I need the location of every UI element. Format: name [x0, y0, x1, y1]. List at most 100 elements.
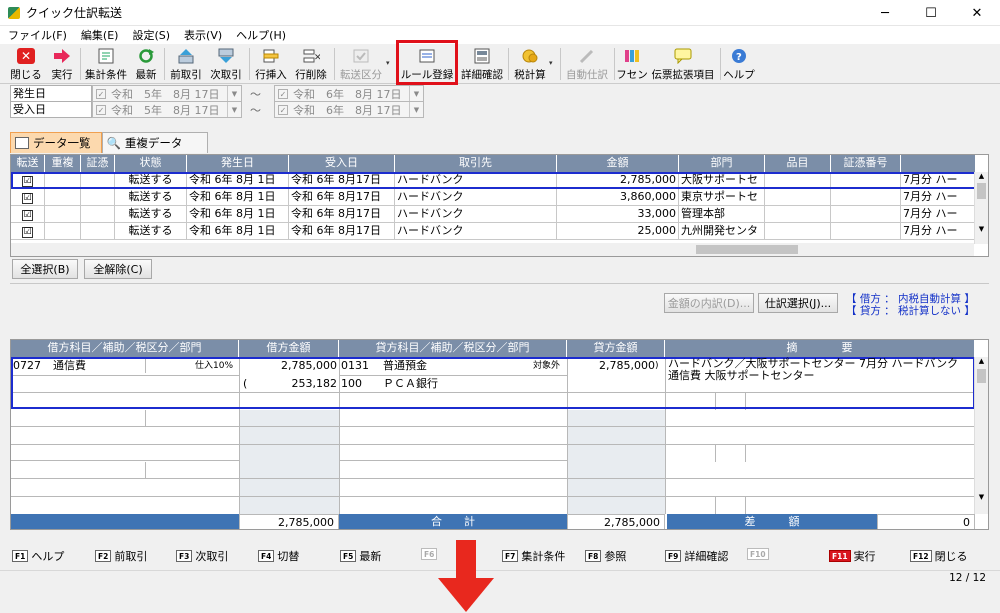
issue-date-from[interactable]: ✓ 令和 5年 8月 17日 ▼: [92, 85, 242, 102]
slip-extension-button[interactable]: 伝票拡張項目: [650, 46, 716, 82]
menu-view[interactable]: 表示(V): [184, 27, 222, 43]
maximize-button[interactable]: ☐: [908, 0, 954, 26]
credit-code: 0131: [341, 359, 369, 372]
menu-file[interactable]: ファイル(F): [8, 27, 67, 43]
magnifier-icon: 🔍: [106, 136, 121, 150]
total-debit: 2,785,000: [239, 514, 339, 529]
help-icon: ?: [730, 48, 748, 64]
issue-date-to[interactable]: ✓ 令和 6年 8月 17日 ▼: [274, 85, 424, 102]
table-row[interactable]: ☑ 転送する 令和 6年 8月 1日 令和 6年 8月17日 ハードバンク 3,…: [11, 189, 976, 206]
f10-key: F10: [747, 548, 772, 560]
receive-date-row: 受入日: [10, 101, 92, 118]
receive-date-from[interactable]: ✓ 令和 5年 8月 17日 ▼: [92, 101, 242, 118]
f5-refresh-key[interactable]: F5 最新: [340, 548, 381, 564]
scroll-up-icon: ▲: [978, 357, 985, 365]
insert-row-button[interactable]: 行挿入: [253, 46, 289, 82]
tax-notes: 【 借方 ： 内税自動計算 】 【 貸方 ： 税計算しない 】: [846, 293, 975, 317]
header-debit-amount: 借方金額: [239, 340, 339, 357]
aggregate-icon: [97, 48, 115, 64]
checkbox-icon: ✓: [278, 88, 288, 99]
row-checkbox[interactable]: ☑: [22, 176, 33, 187]
function-key-bar: F1 ヘルプ F2 前取引 F3 次取引 F4 切替 F5 最新 F6 F7 集計条件 F8…: [0, 548, 1000, 568]
menu-bar: ファイル(F) 編集(E) 設定(S) 表示(V) ヘルプ(H): [0, 26, 1000, 44]
toolbar: ✕ 閉じる 実行 集計条件 最新 前取引 次取引 行挿入 ✕ 行削除 転送区分 …: [0, 44, 1000, 84]
data-list-grid: 転送 重複 証憑 状態 発生日 受入日 取引先 金額 部門 品目 証憑番号 ☑ …: [10, 154, 989, 257]
prev-transaction-button[interactable]: 前取引: [168, 46, 204, 82]
next-transaction-button[interactable]: 次取引: [208, 46, 244, 82]
debit-account-name: 通信費: [53, 359, 86, 372]
fusen-button[interactable]: フセン: [616, 46, 648, 82]
page-indicator: 12 / 12: [949, 572, 986, 584]
status-bar: [0, 570, 1000, 586]
chevron-down-icon: ▼: [409, 86, 423, 101]
dropdown-arrow-icon: ▾: [386, 59, 390, 67]
table-row[interactable]: ☑ 転送する 令和 6年 8月 1日 令和 6年 8月17日 ハードバンク 2,…: [11, 172, 976, 189]
journal-grid: 借方科目／補助／税区分／部門 借方金額 貸方科目／補助／税区分／部門 貸方金額 …: [10, 339, 989, 530]
journal-vertical-scrollbar[interactable]: ▲ ▼: [974, 357, 988, 514]
header-debit-account: 借方科目／補助／税区分／部門: [11, 340, 239, 357]
header-credit-amount: 貸方金額: [567, 340, 665, 357]
refresh-button[interactable]: 最新: [132, 46, 160, 82]
f4-switch-key[interactable]: F4 切替: [258, 548, 299, 564]
tab-duplicate[interactable]: 🔍 重複データ: [101, 132, 208, 153]
journal-select-button[interactable]: 仕訳選択(J)...: [758, 293, 838, 313]
aggregate-button[interactable]: 集計条件: [84, 46, 128, 82]
credit-amount[interactable]: 2,785,000: [571, 359, 655, 373]
f12-close-key[interactable]: F12 閉じる: [910, 548, 968, 564]
debit-amount[interactable]: 2,785,000: [243, 359, 337, 373]
f2-prev-key[interactable]: F2 前取引: [95, 548, 147, 564]
highlight-box: [396, 40, 458, 85]
down-arrow-annotation: [438, 540, 494, 612]
arrow-right-icon: [53, 48, 71, 64]
f7-aggregate-key[interactable]: F7 集計条件: [502, 548, 565, 564]
summary-text[interactable]: ハードバンク／大阪サポートセンター 7月分 ハードバンク 通信費 大阪サポートセ…: [668, 358, 972, 382]
execute-button[interactable]: 実行: [48, 46, 76, 82]
menu-help[interactable]: ヘルプ(H): [236, 27, 286, 43]
checkbox-icon: ✓: [278, 104, 288, 115]
row-checkbox[interactable]: ☑: [22, 227, 33, 238]
credit-sub-name: ＰＣＡ銀行: [383, 377, 438, 390]
dropdown-arrow-icon-2: ▾: [549, 59, 553, 67]
vertical-scrollbar[interactable]: ▲ ▼: [974, 172, 988, 244]
horizontal-scrollbar[interactable]: [11, 243, 974, 256]
chevron-down-icon: ▼: [227, 86, 241, 101]
speech-bubble-icon: [674, 48, 692, 65]
minimize-button[interactable]: ─: [862, 0, 908, 26]
f11-execute-key[interactable]: F11 実行: [829, 548, 876, 564]
auto-journal-button[interactable]: 自動仕訳: [564, 46, 610, 82]
transfer-class-button[interactable]: 転送区分: [338, 46, 384, 82]
tax-calc-button[interactable]: 税計算: [512, 46, 548, 82]
total-label: 合 計: [339, 514, 567, 529]
header-summary: 摘 要: [665, 340, 975, 357]
row-checkbox[interactable]: ☑: [22, 193, 33, 204]
f8-reference-key[interactable]: F8 参照: [585, 548, 626, 564]
amount-detail-button[interactable]: 金額の内訳(D)...: [664, 293, 754, 313]
f1-help-key[interactable]: F1 ヘルプ: [12, 548, 64, 564]
close-window-button[interactable]: ✕: [954, 0, 1000, 26]
detail-confirm-icon: [473, 48, 491, 64]
chevron-down-icon: ▼: [409, 102, 423, 117]
close-button[interactable]: ✕ 閉じる: [10, 46, 42, 82]
checkbox-icon: ✓: [96, 104, 106, 115]
f9-detail-key[interactable]: F9 詳細確認: [665, 548, 728, 564]
pen-icon: [578, 48, 596, 64]
menu-settings[interactable]: 設定(S): [132, 27, 170, 43]
deselect-all-button[interactable]: 全解除(C): [84, 259, 152, 279]
coins-icon: [521, 48, 539, 64]
menu-edit[interactable]: 編集(E): [81, 27, 119, 43]
tab-data-list[interactable]: データ一覧: [10, 132, 102, 153]
table-row[interactable]: ☑ 転送する 令和 6年 8月 1日 令和 6年 8月17日 ハードバンク 25…: [11, 223, 976, 240]
row-checkbox[interactable]: ☑: [22, 210, 33, 221]
f3-next-key[interactable]: F3 次取引: [176, 548, 228, 564]
difference-value: 0: [877, 514, 975, 529]
credit-account-name: 普通預金: [383, 359, 427, 372]
select-all-button[interactable]: 全選択(B): [12, 259, 78, 279]
chevron-down-icon: ▼: [227, 102, 241, 117]
delete-row-button[interactable]: ✕ 行削除: [293, 46, 329, 82]
grid-header: 転送 重複 証憑 状態 発生日 受入日 取引先 金額 部門 品目 証憑番号: [11, 155, 976, 172]
detail-confirm-button[interactable]: 詳細確認: [460, 46, 504, 82]
help-button[interactable]: ? ヘルプ: [723, 46, 755, 82]
scroll-down-icon: ▼: [978, 493, 985, 501]
receive-date-to[interactable]: ✓ 令和 6年 8月 17日 ▼: [274, 101, 424, 118]
table-row[interactable]: ☑ 転送する 令和 6年 8月 1日 令和 6年 8月17日 ハードバンク 33…: [11, 206, 976, 223]
